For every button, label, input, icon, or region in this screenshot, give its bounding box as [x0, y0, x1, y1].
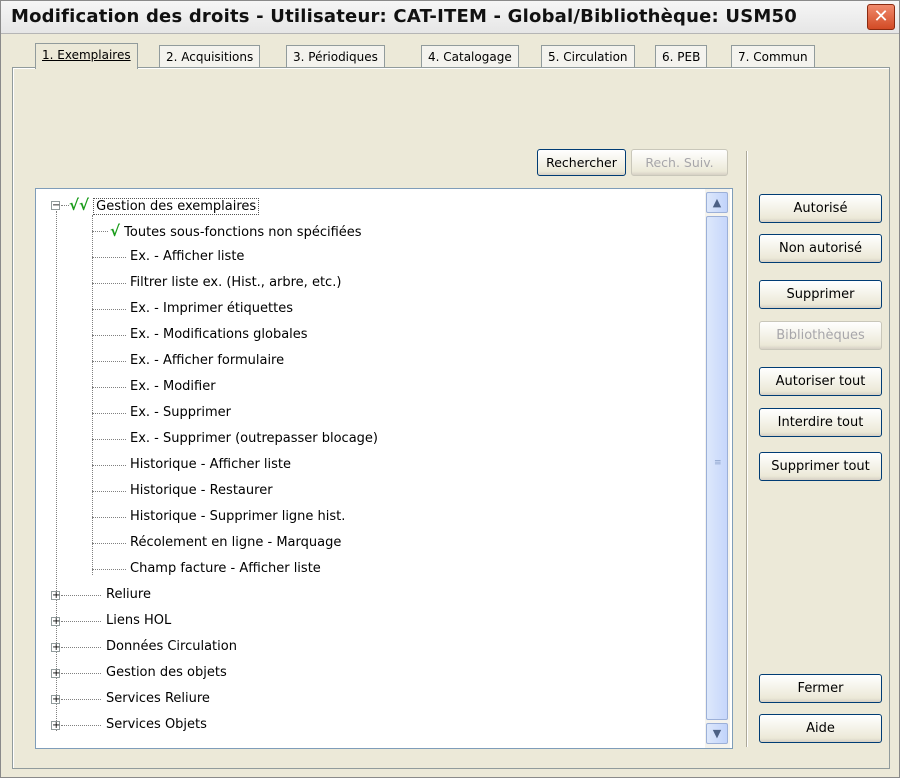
close-button[interactable]: Fermer: [759, 674, 882, 703]
tree-item[interactable]: Ex. - Imprimer étiquettes: [130, 299, 293, 319]
collapse-icon[interactable]: −: [51, 201, 60, 211]
expand-icon[interactable]: +: [51, 643, 60, 653]
window-title: Modification des droits - Utilisateur: C…: [11, 6, 797, 27]
not-authorized-button[interactable]: Non autorisé: [759, 234, 882, 263]
tree-guide: [56, 211, 57, 731]
scroll-up-icon[interactable]: ▲: [706, 192, 728, 213]
tree-connector: [92, 257, 126, 258]
tree-item[interactable]: Récolement en ligne - Marquage: [130, 533, 341, 553]
tree-item[interactable]: Ex. - Supprimer (outrepasser blocage): [130, 429, 378, 449]
scroll-thumb[interactable]: ≡: [706, 216, 728, 720]
tree-node-liens-hol[interactable]: Liens HOL: [106, 611, 171, 631]
scroll-grip-icon: ≡: [714, 458, 722, 468]
close-window-button[interactable]: ✕: [867, 4, 895, 30]
tree-vertical-scrollbar[interactable]: ▲ ≡ ▼: [705, 189, 730, 748]
tree-connector: [61, 647, 101, 648]
expand-icon[interactable]: +: [51, 591, 60, 601]
search-button[interactable]: Rechercher: [537, 149, 626, 176]
tree-item[interactable]: Ex. - Modifier: [130, 377, 216, 397]
tree-item[interactable]: Champ facture - Afficher liste: [130, 559, 321, 579]
expand-icon[interactable]: +: [51, 669, 60, 679]
tree-item[interactable]: Ex. - Supprimer: [130, 403, 231, 423]
delete-all-button[interactable]: Supprimer tout: [759, 452, 882, 481]
tree-node-donnees-circulation[interactable]: Données Circulation: [106, 637, 237, 657]
tree-node-services-reliure[interactable]: Services Reliure: [106, 689, 210, 709]
tree-connector: [92, 231, 108, 232]
delete-button[interactable]: Supprimer: [759, 280, 882, 309]
tree-node-gestion-objets[interactable]: Gestion des objets: [106, 663, 227, 683]
tree-connector: [92, 413, 126, 414]
scroll-down-icon[interactable]: ▼: [706, 723, 728, 744]
tab-circulation[interactable]: 5. Circulation: [541, 45, 635, 68]
tree-item[interactable]: Historique - Restaurer: [130, 481, 273, 501]
tree-connector: [92, 335, 126, 336]
panel-separator: [746, 151, 747, 747]
title-bar[interactable]: Modification des droits - Utilisateur: C…: [1, 1, 899, 34]
authorized-button[interactable]: Autorisé: [759, 194, 882, 223]
tree-item[interactable]: Historique - Afficher liste: [130, 455, 291, 475]
check-icon: √: [110, 222, 121, 240]
tab-peb[interactable]: 6. PEB: [655, 45, 708, 68]
tree-connector: [92, 569, 126, 570]
expand-icon[interactable]: +: [51, 695, 60, 705]
tree-item[interactable]: Historique - Supprimer ligne hist.: [130, 507, 345, 527]
tab-commun[interactable]: 7. Commun: [731, 45, 815, 68]
tree-item-label: Toutes sous-fonctions non spécifiées: [124, 225, 362, 240]
authorize-all-button[interactable]: Autoriser tout: [759, 367, 882, 396]
tree-connector: [61, 699, 101, 700]
tree-connector: [92, 491, 126, 492]
libraries-button[interactable]: Bibliothèques: [759, 321, 882, 350]
tree-connector: [92, 283, 126, 284]
tree-connector: [92, 465, 126, 466]
tree-connector: [92, 543, 126, 544]
tree-item[interactable]: Ex. - Modifications globales: [130, 325, 308, 345]
tree-item[interactable]: √ Toutes sous-fonctions non spécifiées: [110, 221, 362, 241]
tree-connector: [61, 725, 101, 726]
tree-connector: [92, 361, 126, 362]
tree-item[interactable]: Ex. - Afficher liste: [130, 247, 244, 267]
tree-connector: [92, 517, 126, 518]
tab-exemplaires[interactable]: 1. Exemplaires: [35, 43, 138, 69]
tree-connector: [61, 621, 101, 622]
tree-connector: [92, 309, 126, 310]
rights-tree[interactable]: − √√ Gestion des exemplaires √ Toutes so…: [35, 188, 733, 749]
tree-item[interactable]: Ex. - Afficher formulaire: [130, 351, 284, 371]
tree-node-root[interactable]: √√ Gestion des exemplaires: [69, 195, 260, 215]
tree-connector: [61, 595, 101, 596]
tab-catalogage[interactable]: 4. Catalogage: [421, 45, 519, 68]
forbid-all-button[interactable]: Interdire tout: [759, 408, 882, 437]
tab-acquisitions[interactable]: 2. Acquisitions: [159, 45, 261, 68]
expand-icon[interactable]: +: [51, 617, 60, 627]
help-button[interactable]: Aide: [759, 714, 882, 743]
search-next-button[interactable]: Rech. Suiv.: [631, 149, 728, 176]
tree-connector: [61, 673, 101, 674]
tree-node-reliure[interactable]: Reliure: [106, 585, 151, 605]
expand-icon[interactable]: +: [51, 721, 60, 731]
tab-periodiques[interactable]: 3. Périodiques: [286, 45, 385, 68]
tree-connector: [61, 205, 69, 206]
tree-item[interactable]: Filtrer liste ex. (Hist., arbre, etc.): [130, 273, 341, 293]
rights-dialog-window: Modification des droits - Utilisateur: C…: [0, 0, 900, 778]
tree-connector: [92, 387, 126, 388]
tree-guide: [92, 215, 93, 575]
tree-node-label: Gestion des exemplaires: [93, 198, 260, 215]
tree-node-services-objets[interactable]: Services Objets: [106, 715, 207, 735]
double-check-icon: √√: [69, 196, 90, 214]
tree-connector: [92, 439, 126, 440]
